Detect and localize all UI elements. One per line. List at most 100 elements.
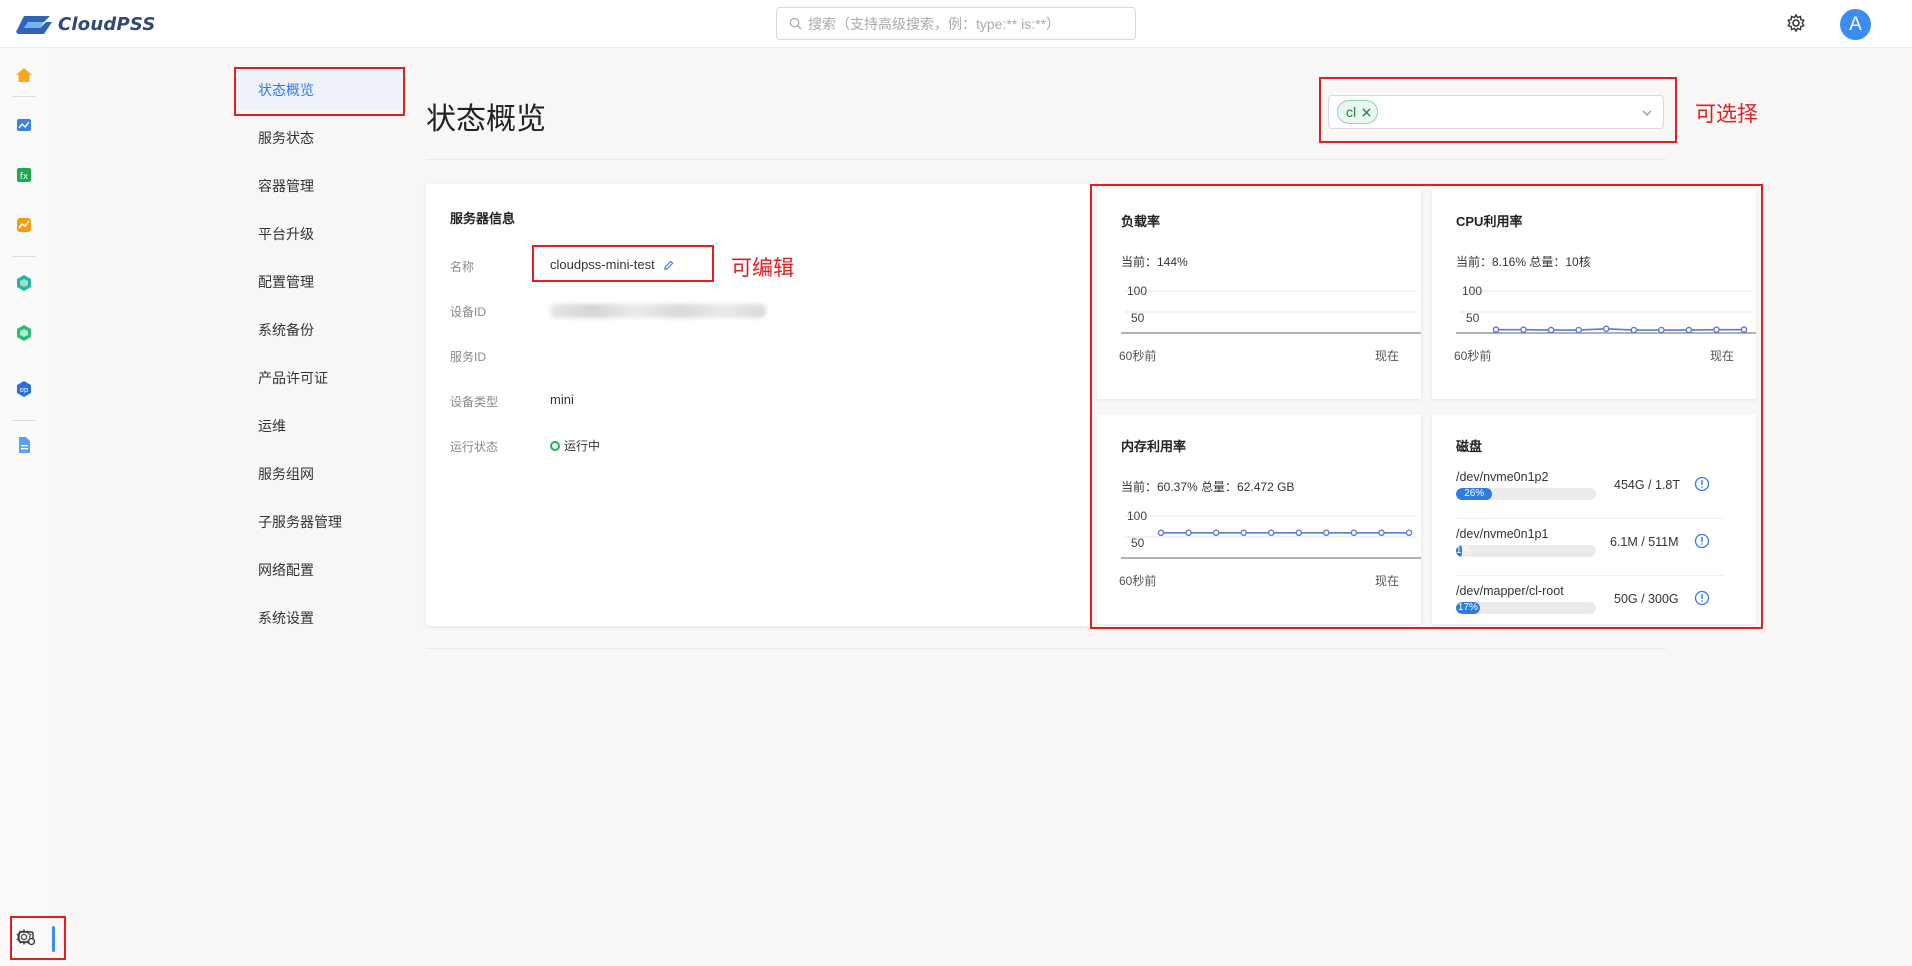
- data-point: [1240, 529, 1247, 537]
- y-tick-label: 50: [1131, 536, 1145, 550]
- data-point: [1185, 529, 1192, 537]
- data-point: [1212, 529, 1220, 537]
- data-point: [1658, 326, 1665, 334]
- nav-item-sub-server-management[interactable]: 子服务器管理: [236, 502, 404, 542]
- server-settings-icon: [18, 931, 36, 946]
- memory-title: 内存利用率: [1121, 439, 1187, 454]
- cube-app-icon[interactable]: [15, 274, 33, 292]
- nav-item-config-management[interactable]: 配置管理: [236, 262, 404, 302]
- info-icon[interactable]: [1694, 476, 1710, 492]
- analytics-app-icon[interactable]: [15, 216, 33, 234]
- data-point: [1267, 529, 1275, 537]
- memory-card: 内存利用率 当前：60.37% 总量：62.472 GB 100 50 60秒前 …: [1097, 414, 1421, 624]
- user-avatar[interactable]: A: [1840, 9, 1871, 40]
- data-point: [1713, 326, 1720, 333]
- nav-item-container-management[interactable]: 容器管理: [236, 166, 404, 206]
- y-tick-label: 50: [1466, 311, 1480, 325]
- device-id-label: 设备ID: [450, 305, 487, 319]
- disk-usage-bar: 26%: [1456, 488, 1596, 500]
- run-status-value: 运行中: [564, 439, 601, 453]
- service-id-label: 服务ID: [450, 350, 487, 364]
- load-current: 当前：144%: [1121, 255, 1188, 269]
- data-point: [1685, 326, 1693, 334]
- svg-text:fx: fx: [20, 172, 29, 182]
- cpu-card: CPU利用率 当前：8.16% 总量：10核 100 50 60秒前 现在: [1432, 189, 1756, 399]
- search-icon: [789, 17, 802, 30]
- logo[interactable]: CloudPSS: [14, 12, 156, 36]
- disk-divider: [1456, 575, 1724, 576]
- series-line: [1496, 327, 1744, 331]
- name-label: 名称: [450, 260, 475, 274]
- rail-divider: [12, 96, 36, 97]
- info-icon[interactable]: [1694, 533, 1710, 549]
- data-point: [1575, 326, 1582, 334]
- nav-item-operations[interactable]: 运维: [236, 406, 404, 446]
- disk-row: /dev/nvme0n1p1 1% 6.1M / 511M: [1456, 527, 1726, 583]
- search-input[interactable]: [808, 15, 1128, 32]
- home-icon[interactable]: [15, 66, 33, 84]
- nav-item-network-config[interactable]: 网络配置: [236, 550, 404, 590]
- edit-pencil-icon[interactable]: [663, 260, 674, 271]
- top-bar: CloudPSS A: [0, 0, 1912, 48]
- server-info-title: 服务器信息: [450, 211, 516, 226]
- data-point: [1602, 325, 1610, 333]
- disk-name: /dev/mapper/cl-root: [1456, 584, 1564, 598]
- page-title: 状态概览: [426, 103, 546, 136]
- y-tick-label: 100: [1127, 284, 1147, 298]
- nav-item-system-settings[interactable]: 系统设置: [236, 598, 404, 638]
- selected-server-tag[interactable]: cl: [1337, 100, 1379, 124]
- active-indicator: [52, 926, 55, 952]
- cpu-current: 当前：8.16% 总量：10核: [1456, 255, 1591, 269]
- disk-row: /dev/mapper/cl-root 17% 50G / 300G: [1456, 584, 1726, 624]
- disk-usage-bar: 17%: [1456, 602, 1596, 614]
- active-nav-highlight: [234, 67, 405, 116]
- close-icon[interactable]: [1362, 107, 1371, 117]
- disk-title: 磁盘: [1456, 439, 1483, 454]
- cpu-x-start: 60秒前: [1454, 349, 1492, 363]
- memory-current: 当前：60.37% 总量：62.472 GB: [1121, 480, 1295, 494]
- disk-name: /dev/nvme0n1p1: [1456, 527, 1549, 541]
- disk-row: /dev/nvme0n1p2 26% 454G / 1.8T: [1456, 470, 1726, 526]
- y-tick-label: 50: [1131, 311, 1145, 325]
- nav-item-platform-upgrade[interactable]: 平台升级: [236, 214, 404, 254]
- nav-item-service-status[interactable]: 服务状态: [236, 118, 404, 158]
- disk-divider: [1456, 518, 1724, 519]
- server-admin-entry-highlight[interactable]: [10, 916, 66, 960]
- info-icon[interactable]: [1694, 590, 1710, 606]
- run-status-label: 运行状态: [450, 440, 499, 454]
- settings-gear-icon[interactable]: [1786, 13, 1806, 33]
- formula-app-icon[interactable]: fx: [15, 166, 33, 184]
- svg-text:op: op: [20, 386, 29, 394]
- disk-card: 磁盘 /dev/nvme0n1p2 26% 454G / 1.8T/dev/nvme…: [1432, 414, 1756, 624]
- device-type-value: mini: [550, 392, 574, 407]
- document-icon[interactable]: [15, 436, 33, 454]
- rail-divider: [12, 420, 36, 421]
- data-point: [1378, 529, 1385, 537]
- disk-size: 454G / 1.8T: [1614, 478, 1681, 492]
- content-divider: [426, 648, 1666, 649]
- dashboard-icon[interactable]: [15, 116, 33, 134]
- disk-usage-fill: 26%: [1456, 488, 1493, 500]
- disk-size: 6.1M / 511M: [1610, 535, 1679, 549]
- cpu-chart: 100 50: [1456, 284, 1756, 334]
- tag-label: cl: [1346, 104, 1357, 120]
- data-point: [1492, 326, 1500, 333]
- annotation-selectable: 可选择: [1695, 103, 1758, 126]
- annotation-editable: 可编辑: [731, 257, 794, 280]
- server-name-field[interactable]: cloudpss-mini-test: [550, 257, 674, 272]
- disk-usage-bar: 1%: [1456, 545, 1596, 557]
- nav-item-product-license[interactable]: 产品许可证: [236, 358, 404, 398]
- disk-size: 50G / 300G: [1614, 592, 1679, 606]
- search-box[interactable]: [776, 7, 1136, 40]
- nav-item-service-networking[interactable]: 服务组网: [236, 454, 404, 494]
- chevron-down-icon[interactable]: [1641, 107, 1653, 119]
- data-point: [1547, 326, 1555, 334]
- data-point: [1157, 529, 1165, 537]
- load-title: 负载率: [1121, 214, 1161, 229]
- server-select[interactable]: cl: [1328, 95, 1664, 129]
- disk-usage-fill: 17%: [1456, 602, 1480, 614]
- data-point: [1350, 529, 1358, 537]
- nav-item-system-backup[interactable]: 系统备份: [236, 310, 404, 350]
- ops-app-icon[interactable]: op: [15, 380, 33, 398]
- cube-alt-app-icon[interactable]: [15, 324, 33, 342]
